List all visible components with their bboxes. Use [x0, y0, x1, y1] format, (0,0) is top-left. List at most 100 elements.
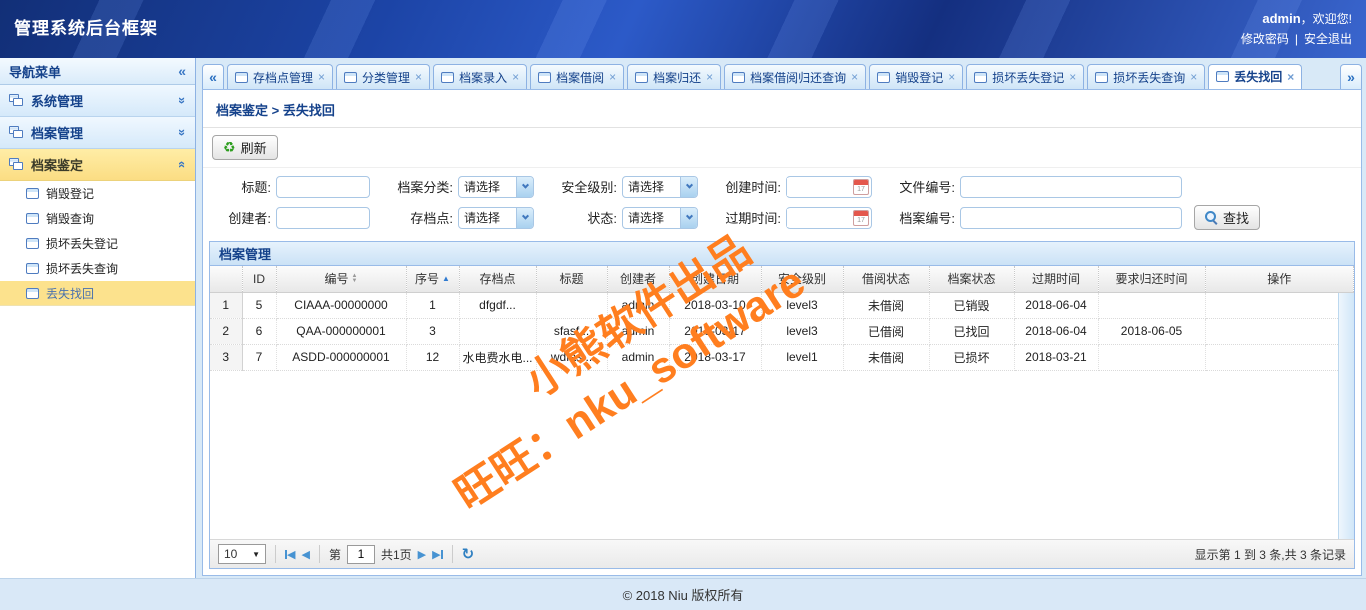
cell-archive-status: 已损坏 — [929, 344, 1014, 370]
table-row[interactable]: 2 6 QAA-000000001 3 sfasf... admin 2018-… — [210, 318, 1354, 344]
window-icon — [1216, 71, 1229, 82]
creator-input[interactable] — [276, 207, 370, 229]
col-creator[interactable]: 创建者 — [607, 266, 669, 292]
copyright-text: © 2018 Niu 版权所有 — [623, 585, 744, 604]
close-icon[interactable]: × — [1069, 70, 1076, 84]
cell-created-date: 2018-03-17 — [669, 318, 761, 344]
sidebar-item-lost-recover[interactable]: 丢失找回 — [0, 281, 195, 306]
sidebar-item-label: 丢失找回 — [46, 285, 94, 302]
file-no-input[interactable] — [960, 176, 1182, 198]
tab-damage-register[interactable]: 损坏丢失登记× — [966, 64, 1084, 89]
col-actions[interactable]: 操作 — [1205, 266, 1354, 292]
archive-no-label: 档案编号: — [872, 208, 960, 227]
cell-expire-time: 2018-06-04 — [1014, 292, 1098, 318]
tabs-scroll-left-button[interactable]: « — [202, 64, 224, 89]
tab-borrow-return-query[interactable]: 档案借阅归还查询× — [724, 64, 866, 89]
file-no-label: 文件编号: — [872, 177, 960, 196]
sidebar-item-damage-query[interactable]: 损坏丢失查询 — [0, 256, 195, 281]
search-button[interactable]: 查找 — [1194, 205, 1260, 230]
last-page-button[interactable]: ▶ — [432, 548, 442, 561]
close-icon[interactable]: × — [948, 70, 955, 84]
sidebar-section-archive[interactable]: 档案管理 » — [0, 117, 195, 149]
sidebar-item-destroy-query[interactable]: 销毁查询 — [0, 206, 195, 231]
store-select[interactable]: 请选择 — [458, 207, 534, 229]
window-icon — [26, 263, 39, 274]
cell-security: level1 — [761, 344, 843, 370]
sidebar-collapse-icon[interactable]: « — [178, 63, 186, 79]
close-icon[interactable]: × — [1190, 70, 1197, 84]
sidebar-section-system[interactable]: 系统管理 » — [0, 85, 195, 117]
cell-store: 水电费水电... — [459, 344, 536, 370]
window-icon — [877, 72, 890, 83]
col-expire-time[interactable]: 过期时间 — [1014, 266, 1098, 292]
expired-date-input[interactable] — [787, 209, 853, 227]
security-label: 安全级别: — [534, 177, 622, 196]
col-created-date[interactable]: 创建日期 — [669, 266, 761, 292]
tab-label: 损坏丢失查询 — [1113, 69, 1185, 86]
category-label: 档案分类: — [370, 177, 458, 196]
close-icon[interactable]: × — [851, 70, 858, 84]
col-borrow-status[interactable]: 借阅状态 — [843, 266, 929, 292]
cell-code: CIAAA-00000000 — [276, 292, 406, 318]
title-input[interactable] — [276, 176, 370, 198]
col-security[interactable]: 安全级别 — [761, 266, 843, 292]
cell-created-date: 2018-03-10 — [669, 292, 761, 318]
col-return-due[interactable]: 要求归还时间 — [1098, 266, 1205, 292]
tab-archive-return[interactable]: 档案归还× — [627, 64, 721, 89]
close-icon[interactable]: × — [512, 70, 519, 84]
close-icon[interactable]: × — [1287, 70, 1294, 84]
tab-archive-entry[interactable]: 档案录入× — [433, 64, 527, 89]
col-id[interactable]: ID — [242, 266, 276, 292]
col-store[interactable]: 存档点 — [459, 266, 536, 292]
calendar-icon[interactable] — [853, 210, 869, 226]
col-archive-status[interactable]: 档案状态 — [929, 266, 1014, 292]
change-password-link[interactable]: 修改密码 — [1241, 32, 1289, 46]
sidebar-section-appraisal[interactable]: 档案鉴定 « — [0, 149, 195, 181]
close-icon[interactable]: × — [609, 70, 616, 84]
security-select[interactable]: 请选择 — [622, 176, 698, 198]
col-title[interactable]: 标题 — [536, 266, 607, 292]
calendar-icon[interactable] — [853, 179, 869, 195]
tabs-scroll-right-button[interactable]: » — [1340, 64, 1362, 89]
prev-page-button[interactable]: ◀ — [301, 548, 309, 561]
created-date-input[interactable] — [787, 178, 853, 196]
status-select[interactable]: 请选择 — [622, 207, 698, 229]
close-icon[interactable]: × — [706, 70, 713, 84]
divider — [452, 545, 453, 563]
page-prefix: 第 — [329, 546, 341, 563]
cell-title — [536, 292, 607, 318]
tabs-strip: 存档点管理× 分类管理× 档案录入× 档案借阅× 档案归还× 档案借阅归还查询×… — [227, 64, 1337, 89]
close-icon[interactable]: × — [415, 70, 422, 84]
tab-bar: « 存档点管理× 分类管理× 档案录入× 档案借阅× 档案归还× 档案借阅归还查… — [202, 58, 1362, 89]
tab-destroy-register[interactable]: 销毁登记× — [869, 64, 963, 89]
close-icon[interactable]: × — [318, 70, 325, 84]
app-header: 管理系统后台框架 admin，欢迎您! 修改密码|安全退出 — [0, 0, 1366, 58]
select-value: 请选择 — [623, 209, 680, 226]
sidebar-item-destroy-register[interactable]: 销毁登记 — [0, 181, 195, 206]
next-page-button[interactable]: ▶ — [418, 548, 426, 561]
table-row[interactable]: 3 7 ASDD-000000001 12 水电费水电... wdfas... … — [210, 344, 1354, 370]
tab-store-mgmt[interactable]: 存档点管理× — [227, 64, 333, 89]
body-row: 导航菜单 « 系统管理 » 档案管理 » 档案鉴定 « 销毁登记 — [0, 58, 1366, 578]
username: admin — [1262, 11, 1300, 26]
reload-grid-button[interactable]: ↻ — [462, 545, 475, 563]
page-number-input[interactable] — [347, 545, 375, 564]
tab-archive-borrow[interactable]: 档案借阅× — [530, 64, 624, 89]
tab-damage-query[interactable]: 损坏丢失查询 × — [1087, 64, 1205, 89]
archive-grid-panel: 档案管理 ID — [209, 241, 1355, 569]
col-code[interactable]: 编号▲▼ — [276, 266, 406, 292]
first-page-button[interactable]: ◀ — [285, 548, 295, 561]
sidebar-item-damage-register[interactable]: 损坏丢失登记 — [0, 231, 195, 256]
cell-actions — [1205, 292, 1354, 318]
col-seq[interactable]: 序号▲ — [406, 266, 459, 292]
page-size-select[interactable]: 10 ▼ — [218, 544, 266, 564]
table-row[interactable]: 1 5 CIAAA-00000000 1 dfgdf... admin 2018… — [210, 292, 1354, 318]
window-icon — [538, 72, 551, 83]
refresh-button[interactable]: ♻ 刷新 — [212, 135, 278, 160]
category-select[interactable]: 请选择 — [458, 176, 534, 198]
logout-link[interactable]: 安全退出 — [1304, 32, 1352, 46]
tab-lost-recover[interactable]: 丢失找回× — [1208, 64, 1302, 89]
archive-no-input[interactable] — [960, 207, 1182, 229]
tab-category-mgmt[interactable]: 分类管理× — [336, 64, 430, 89]
vertical-scrollbar[interactable] — [1338, 293, 1354, 539]
